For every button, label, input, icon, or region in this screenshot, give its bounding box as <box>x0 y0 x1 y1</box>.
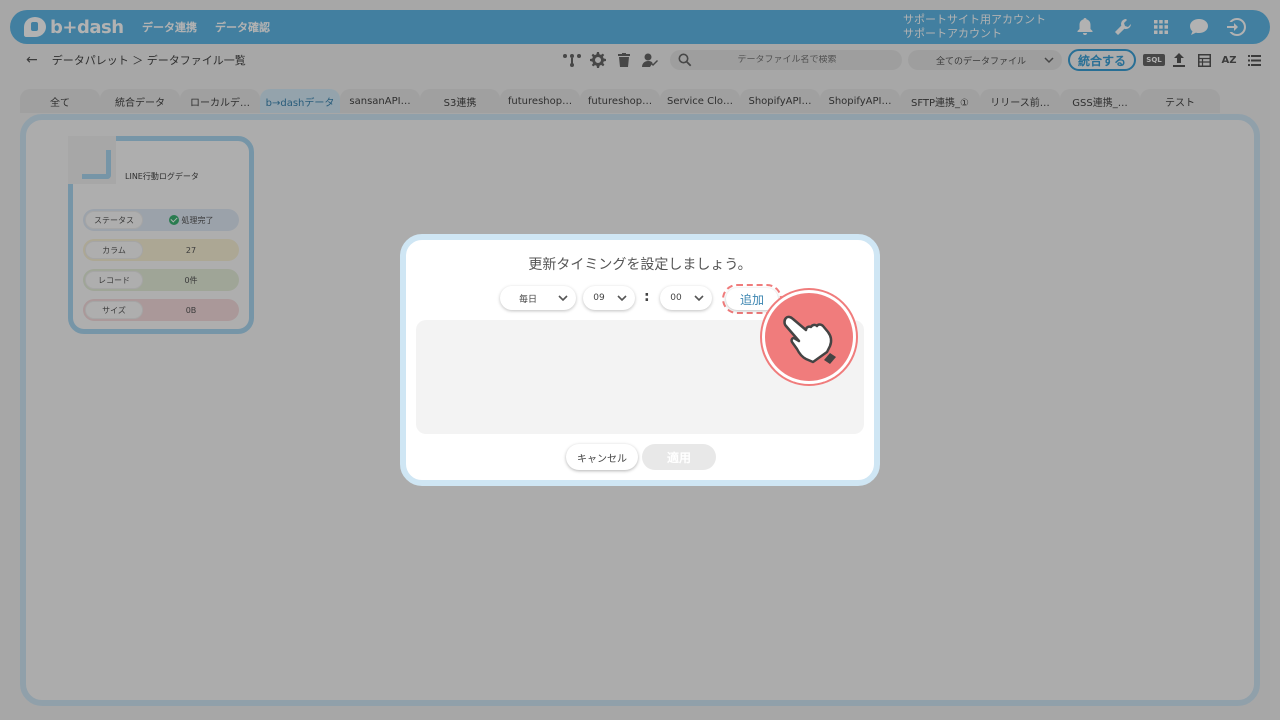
hour-select[interactable]: 09 <box>583 286 635 310</box>
frequency-select[interactable]: 毎日 <box>500 286 576 310</box>
pointing-hand-icon <box>783 315 836 364</box>
chevron-down-icon <box>694 295 704 302</box>
minute-value: 00 <box>670 293 682 303</box>
time-separator: : <box>644 289 650 305</box>
chevron-down-icon <box>617 295 627 302</box>
minute-select[interactable]: 00 <box>660 286 712 310</box>
cancel-button[interactable]: キャンセル <box>566 444 638 470</box>
add-button[interactable]: 追加 <box>726 288 778 310</box>
hour-value: 09 <box>593 293 605 303</box>
modal-title: 更新タイミングを設定しましょう。 <box>528 257 752 273</box>
chevron-down-icon <box>558 295 568 302</box>
apply-button[interactable]: 適用 <box>642 444 716 470</box>
pointer-hint <box>762 290 856 384</box>
frequency-value: 毎日 <box>518 294 537 305</box>
